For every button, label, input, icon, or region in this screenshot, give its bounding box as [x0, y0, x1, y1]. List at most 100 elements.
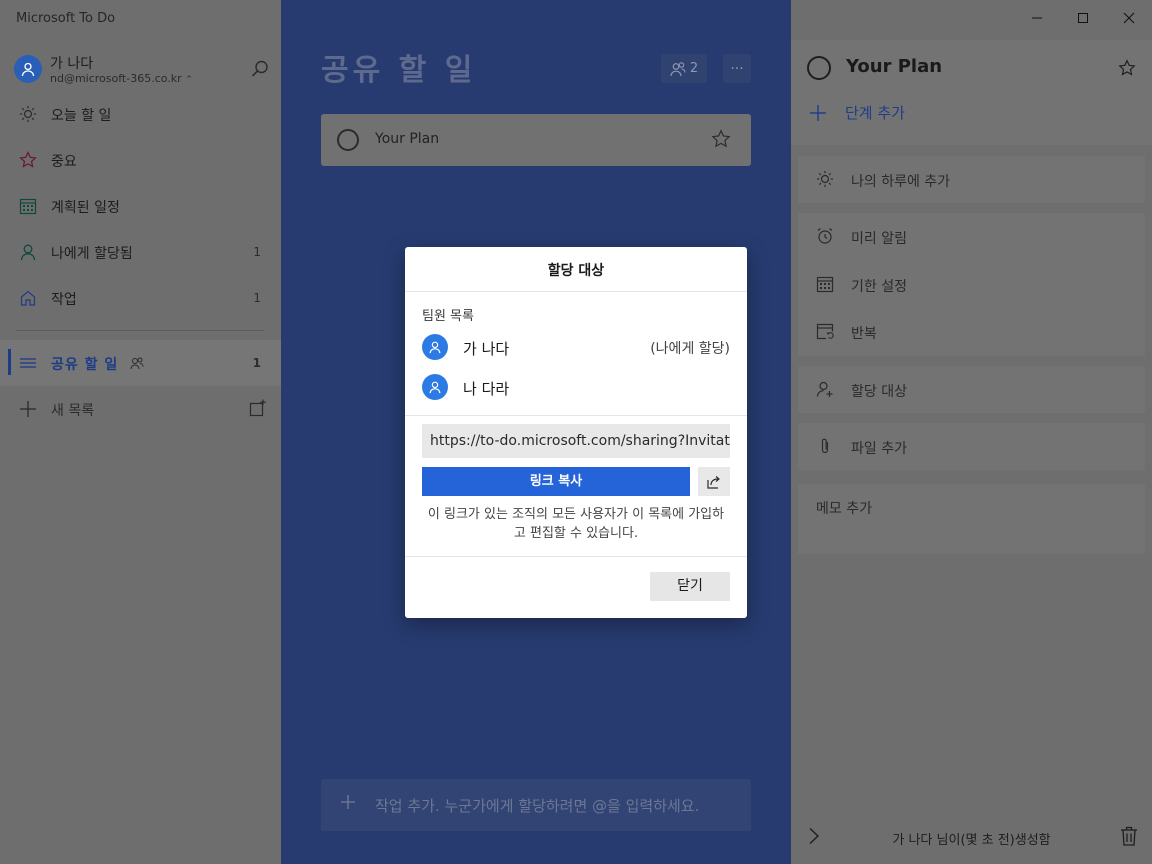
copy-link-button[interactable]: 링크 복사: [422, 467, 690, 496]
nav-item-important[interactable]: 중요: [0, 137, 281, 183]
memo-placeholder: 메모 추가: [816, 501, 872, 517]
close-icon: [1123, 12, 1135, 24]
divider: [405, 291, 747, 292]
avatar: [422, 334, 448, 360]
user-name: 가 나다: [50, 56, 94, 72]
repeat-button[interactable]: 반복: [798, 308, 1145, 355]
person-icon: [18, 242, 38, 262]
add-file-button[interactable]: 파일 추가: [798, 423, 1145, 470]
calendar-icon: [18, 196, 38, 216]
nav-label: 새 목록: [51, 403, 95, 419]
dates-card: 미리 알림 기한 설정 반복: [798, 213, 1145, 356]
avatar: [422, 374, 448, 400]
assign-dialog: 할당 대상 팀원 목록 가 나다 (나에게 할당) 나 다라 https://t…: [405, 247, 747, 618]
due-label: 기한 설정: [851, 279, 907, 295]
share-count: 2: [689, 61, 699, 76]
add-step-button[interactable]: 단계 추가: [809, 102, 905, 123]
nav-label: 오늘 할 일: [51, 108, 112, 124]
assign-person-icon: [816, 380, 834, 398]
share-button[interactable]: 2: [661, 54, 707, 83]
add-step-label: 단계 추가: [845, 104, 905, 122]
nav-label: 작업: [51, 292, 77, 308]
task-item[interactable]: Your Plan: [321, 114, 751, 166]
minimize-icon: [1032, 17, 1042, 19]
member-item[interactable]: 가 나다 (나에게 할당): [422, 334, 730, 362]
remind-me-button[interactable]: 미리 알림: [798, 213, 1145, 260]
close-button[interactable]: 닫기: [650, 572, 730, 601]
nav-item-assigned-to-me[interactable]: 나에게 할당됨 1: [0, 229, 281, 275]
repeat-calendar-icon: [816, 322, 834, 340]
detail-title[interactable]: Your Plan: [846, 56, 942, 77]
list-icon: [18, 353, 38, 373]
repeat-label: 반복: [851, 326, 877, 342]
link-description: 이 링크가 있는 조직의 모든 사용자가 이 목록에 가입하고 편집할 수 있습…: [427, 507, 725, 541]
maximize-icon: [1078, 13, 1088, 23]
members-label: 팀원 목록: [422, 309, 474, 324]
task-title: Your Plan: [375, 131, 440, 147]
nav-divider: [16, 330, 264, 331]
maximize-button[interactable]: [1060, 6, 1106, 30]
detail-header: Your Plan 단계 추가: [791, 40, 1152, 145]
created-info: 가 나다 님이(몇 초 전)생성함: [892, 833, 1051, 848]
sidebar: Microsoft To Do 가 나다 nd@microsoft-365.co…: [0, 0, 281, 864]
nav-item-my-day[interactable]: 오늘 할 일: [0, 91, 281, 137]
divider: [405, 415, 747, 416]
people-icon: [670, 61, 686, 76]
add-task-input[interactable]: 작업 추가. 누군가에게 할당하려면 @을 입력하세요.: [321, 779, 751, 831]
divider: [405, 556, 747, 557]
profile[interactable]: 가 나다 nd@microsoft-365.co.kr ⌃: [14, 53, 272, 87]
detail-footer: 가 나다 님이(몇 초 전)생성함: [791, 810, 1152, 864]
add-file-label: 파일 추가: [851, 441, 907, 457]
list-title[interactable]: 공유 할 일: [321, 45, 476, 89]
nav-count: 1: [253, 291, 261, 305]
share-link-button[interactable]: [698, 467, 730, 496]
due-date-button[interactable]: 기한 설정: [798, 261, 1145, 308]
nav-count: 1: [253, 245, 261, 259]
complete-checkbox[interactable]: [807, 56, 831, 80]
nav-item-tasks[interactable]: 작업 1: [0, 275, 281, 321]
star-icon: [18, 150, 38, 170]
nav-item-shared-list[interactable]: 공유 할 일 1: [0, 340, 281, 386]
assign-label: 할당 대상: [851, 384, 907, 400]
star-icon[interactable]: [711, 129, 731, 153]
close-window-button[interactable]: [1106, 6, 1152, 30]
star-icon[interactable]: [1118, 59, 1136, 81]
assign-card: 할당 대상: [798, 366, 1145, 413]
user-email[interactable]: nd@microsoft-365.co.kr ⌃: [50, 72, 193, 85]
trash-icon[interactable]: [1120, 826, 1138, 850]
sun-icon: [18, 104, 38, 124]
new-group-icon[interactable]: [249, 399, 267, 421]
active-indicator: [8, 349, 11, 375]
people-icon: [130, 357, 144, 370]
plus-icon: [810, 104, 826, 121]
memo-input[interactable]: 메모 추가: [798, 484, 1145, 554]
user-email-text: nd@microsoft-365.co.kr: [50, 72, 182, 85]
member-note: (나에게 할당): [650, 341, 730, 357]
add-task-placeholder: 작업 추가. 누군가에게 할당하려면 @을 입력하세요.: [375, 797, 700, 815]
assign-to-button[interactable]: 할당 대상: [798, 366, 1145, 413]
nav-count: 1: [252, 356, 261, 370]
complete-checkbox[interactable]: [337, 129, 359, 151]
sun-icon: [816, 170, 834, 188]
new-list-button[interactable]: 새 목록: [0, 386, 281, 432]
calendar-icon: [816, 275, 834, 293]
member-item[interactable]: 나 다라: [422, 374, 730, 402]
member-name: 가 나다: [463, 340, 510, 358]
search-icon[interactable]: [250, 59, 270, 83]
person-icon: [429, 341, 441, 354]
share-icon: [707, 475, 720, 489]
plus-icon: [339, 793, 357, 815]
my-day-card: 나의 하루에 추가: [798, 156, 1145, 203]
nav-item-planned[interactable]: 계획된 일정: [0, 183, 281, 229]
nav-label: 공유 할 일: [51, 354, 144, 374]
nav-label: 중요: [51, 154, 77, 170]
file-card: 파일 추가: [798, 423, 1145, 470]
my-day-label: 나의 하루에 추가: [851, 174, 951, 190]
minimize-button[interactable]: [1014, 6, 1060, 30]
add-to-my-day-button[interactable]: 나의 하루에 추가: [798, 156, 1145, 203]
share-link-field[interactable]: https://to-do.microsoft.com/sharing?Invi…: [422, 424, 730, 458]
avatar[interactable]: [14, 55, 42, 83]
remind-label: 미리 알림: [851, 231, 907, 247]
home-icon: [18, 288, 38, 308]
more-button[interactable]: ···: [723, 54, 751, 83]
